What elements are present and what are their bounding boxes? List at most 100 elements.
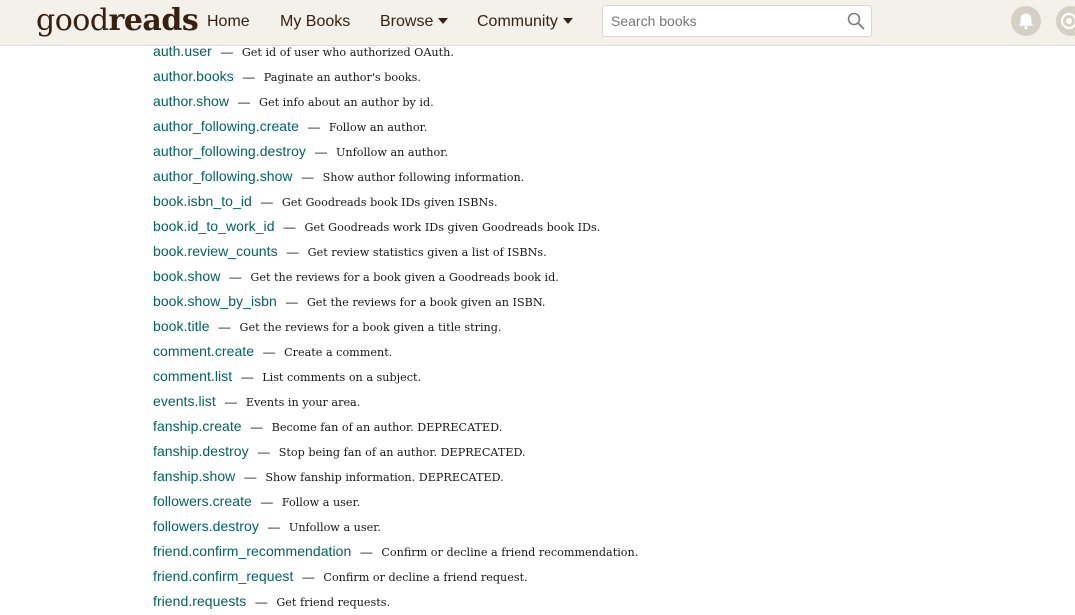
nav-browse[interactable]: Browse xyxy=(380,12,449,32)
list-item: friend.requests — Get friend requests. xyxy=(153,589,638,614)
method-link[interactable]: friend.requests xyxy=(153,593,246,609)
list-item: fanship.create — Become fan of an author. … xyxy=(153,414,638,439)
list-item: friend.confirm_recommendation — Confirm or… xyxy=(153,539,638,564)
list-item: followers.create — Follow a user. xyxy=(153,489,638,514)
method-link[interactable]: fanship.create xyxy=(153,418,242,434)
method-description: Unfollow a user. xyxy=(288,521,381,534)
list-item: followers.destroy — Unfollow a user. xyxy=(153,514,638,539)
nav-community-label: Community xyxy=(477,13,558,30)
method-link[interactable]: book.title xyxy=(153,318,210,334)
separator-dash: — xyxy=(218,320,231,334)
separator-dash: — xyxy=(257,445,270,459)
list-item: fanship.destroy — Stop being fan of an aut… xyxy=(153,439,638,464)
logo-text-good: good xyxy=(36,3,109,38)
method-link[interactable]: followers.create xyxy=(153,493,252,509)
method-link[interactable]: comment.create xyxy=(153,343,254,359)
method-link[interactable]: friend.confirm_recommendation xyxy=(153,543,351,559)
method-link[interactable]: comment.list xyxy=(153,368,232,384)
method-link[interactable]: fanship.show xyxy=(153,468,235,484)
list-item: fanship.show — Show fanship information. D… xyxy=(153,464,638,489)
separator-dash: — xyxy=(267,520,280,534)
list-item: author_following.destroy — Unfollow an aut… xyxy=(153,139,638,164)
method-description: Stop being fan of an author. DEPRECATED. xyxy=(278,446,526,459)
method-link[interactable]: book.review_counts xyxy=(153,243,278,259)
list-item: friend.confirm_request — Confirm or declin… xyxy=(153,564,638,589)
chevron-down-icon xyxy=(438,17,449,24)
method-description: Paginate an author's books. xyxy=(263,71,421,84)
list-item: comment.list — List comments on a subject. xyxy=(153,364,638,389)
list-item: book.show — Get the reviews for a book giv… xyxy=(153,264,638,289)
method-link[interactable]: events.list xyxy=(153,393,216,409)
method-link[interactable]: author_following.create xyxy=(153,118,299,134)
api-method-list: auth.user — Get id of user who authorized … xyxy=(153,39,638,614)
method-description: Follow a user. xyxy=(281,496,361,509)
method-description: Confirm or decline a friend request. xyxy=(323,571,528,584)
user-icon xyxy=(1060,12,1075,30)
list-item: author_following.create — Follow an author… xyxy=(153,114,638,139)
separator-dash: — xyxy=(242,70,255,84)
search-input[interactable] xyxy=(603,6,839,36)
method-description: Become fan of an author. DEPRECATED. xyxy=(271,421,503,434)
list-item: book.isbn_to_id — Get Goodreads book IDs g… xyxy=(153,189,638,214)
separator-dash: — xyxy=(255,595,268,609)
method-link[interactable]: book.isbn_to_id xyxy=(153,193,252,209)
notifications-button[interactable] xyxy=(1011,6,1041,36)
method-link[interactable]: friend.confirm_request xyxy=(153,568,293,584)
separator-dash: — xyxy=(238,95,251,109)
separator-dash: — xyxy=(229,270,242,284)
method-link[interactable]: author_following.destroy xyxy=(153,143,306,159)
list-item: book.review_counts — Get review statistics… xyxy=(153,239,638,264)
chevron-down-icon xyxy=(562,17,573,24)
method-description: Show author following information. xyxy=(322,171,525,184)
bell-icon xyxy=(1018,13,1034,30)
method-description: Get the reviews for a book given a title… xyxy=(239,321,502,334)
method-link[interactable]: author.show xyxy=(153,93,229,109)
list-item: book.id_to_work_id — Get Goodreads work ID… xyxy=(153,214,638,239)
list-item: book.title — Get the reviews for a book gi… xyxy=(153,314,638,339)
separator-dash: — xyxy=(250,420,263,434)
method-description: Create a comment. xyxy=(284,346,393,359)
method-link[interactable]: author.books xyxy=(153,68,234,84)
method-description: Get the reviews for a book given a Goodr… xyxy=(250,271,559,284)
method-description: Get id of user who authorized OAuth. xyxy=(241,46,454,59)
method-description: Unfollow an author. xyxy=(335,146,448,159)
method-link[interactable]: book.id_to_work_id xyxy=(153,218,275,234)
method-description: Get review statistics given a list of IS… xyxy=(307,246,547,259)
method-link[interactable]: author_following.show xyxy=(153,168,293,184)
nav-home[interactable]: Home xyxy=(207,12,250,32)
separator-dash: — xyxy=(220,45,233,59)
method-description: Show fanship information. DEPRECATED. xyxy=(265,471,504,484)
method-description: Get info about an author by id. xyxy=(259,96,434,109)
list-item: comment.create — Create a comment. xyxy=(153,339,638,364)
separator-dash: — xyxy=(307,120,320,134)
separator-dash: — xyxy=(224,395,237,409)
method-link[interactable]: book.show_by_isbn xyxy=(153,293,277,309)
separator-dash: — xyxy=(263,345,276,359)
search-icon[interactable] xyxy=(847,12,865,30)
method-link[interactable]: book.show xyxy=(153,268,220,284)
profile-avatar[interactable] xyxy=(1056,6,1075,36)
separator-dash: — xyxy=(286,245,299,259)
method-description: Follow an author. xyxy=(328,121,428,134)
method-description: List comments on a subject. xyxy=(262,371,422,384)
list-item: author.show — Get info about an author by … xyxy=(153,89,638,114)
nav-my-books[interactable]: My Books xyxy=(280,12,350,32)
separator-dash: — xyxy=(301,170,314,184)
nav-browse-label: Browse xyxy=(380,13,434,30)
method-link[interactable]: fanship.destroy xyxy=(153,443,249,459)
goodreads-logo[interactable]: goodreads xyxy=(36,0,199,42)
site-header: goodreads Home My Books Browse Community xyxy=(0,0,1075,46)
separator-dash: — xyxy=(285,295,298,309)
list-item: events.list — Events in your area. xyxy=(153,389,638,414)
search-box xyxy=(602,5,872,37)
method-description: Get friend requests. xyxy=(276,596,391,609)
separator-dash: — xyxy=(260,495,273,509)
separator-dash: — xyxy=(314,145,327,159)
separator-dash: — xyxy=(302,570,315,584)
method-description: Get Goodreads work IDs given Goodreads b… xyxy=(304,221,601,234)
separator-dash: — xyxy=(260,195,273,209)
method-description: Events in your area. xyxy=(245,396,361,409)
nav-community[interactable]: Community xyxy=(477,12,573,32)
method-link[interactable]: followers.destroy xyxy=(153,518,259,534)
method-description: Confirm or decline a friend recommendati… xyxy=(381,546,639,559)
